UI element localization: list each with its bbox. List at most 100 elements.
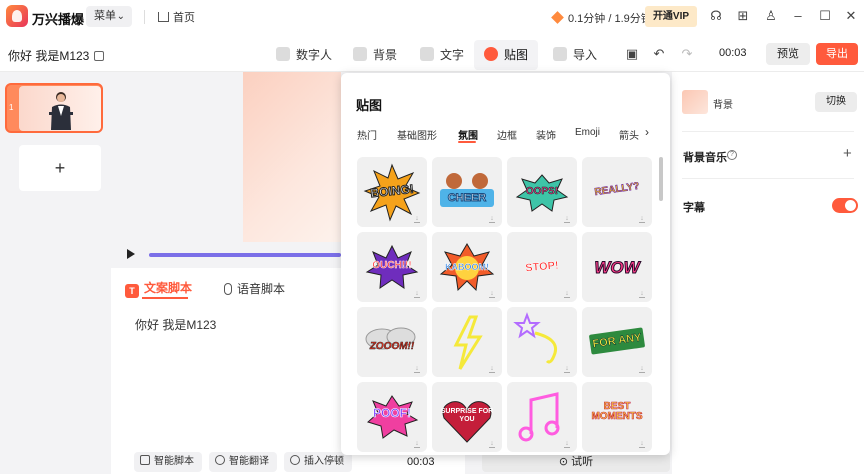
download-icon: ↓ [564,365,570,373]
video-canvas[interactable] [243,72,341,242]
download-icon: ↓ [639,440,645,448]
sticker-item[interactable]: ↓ [432,307,502,377]
download-icon: ↓ [639,365,645,373]
chevron-right-icon[interactable]: › [645,125,649,139]
bgm-label: 背景音乐 [683,152,727,164]
sticker-item[interactable]: FOR ANY ↓ [582,307,652,377]
category-basic-shapes[interactable]: 基础图形 [397,127,437,142]
tab-label: 背景 [373,48,398,62]
tab-label: 语音脚本 [237,282,286,296]
edit-icon[interactable] [94,51,105,61]
button-label: 试听 [571,456,594,468]
import-icon [553,47,567,61]
download-icon: ↓ [564,215,570,223]
sticker-item[interactable]: ZOOOM!! ↓ [357,307,427,377]
insert-pause-button[interactable]: 插入停顿 [284,452,352,472]
avatar [49,92,73,130]
sticker-icon [484,47,498,61]
scrollbar[interactable] [659,157,663,201]
total-time: 00:03 [719,47,747,59]
sticker-text: OUCH!!! [372,260,412,272]
smart-script-button[interactable]: 智能脚本 [134,452,202,472]
category-arrow[interactable]: 箭头 [619,127,641,142]
playback-progress[interactable] [149,253,341,257]
person-icon [276,47,290,61]
tab-label: 文案脚本 [144,281,193,295]
vip-time-text: 0.1分钟 / 1.9分钟 [568,13,652,25]
add-slide-button[interactable]: + [19,145,101,191]
category-emoji[interactable]: Emoji [575,127,600,138]
app-name: 万兴播爆 [32,12,85,27]
sticker-item[interactable]: REALLY? ↓ [582,157,652,227]
sticker-item[interactable]: CHEER ↓ [432,157,502,227]
home-link[interactable]: 首页 [158,9,195,25]
sticker-item[interactable]: ↓ [507,382,577,452]
active-tab-indicator [142,297,188,299]
subtitle-label: 字幕 [683,202,705,214]
category-atmosphere[interactable]: 氛围 [458,127,478,142]
tab-sticker[interactable]: 贴图 [474,40,539,70]
script-content[interactable]: 你好 我是M123 [135,316,216,333]
minimize-icon[interactable]: – [791,9,805,23]
sticker-item[interactable]: OOPS! ↓ [507,157,577,227]
tab-import[interactable]: 导入 [543,40,607,70]
text-script-icon: T [125,284,139,298]
preview-button[interactable]: 预览 [766,43,810,65]
menu-label: 菜单 [94,10,116,22]
text-icon [420,47,434,61]
save-icon[interactable]: ▣ [625,47,639,61]
app-logo [6,5,28,27]
sticker-item[interactable]: STOP! ↓ [507,232,577,302]
menu-button[interactable]: 菜单 ⌄ [86,6,132,27]
script-duration: 00:03 [407,456,435,468]
category-border[interactable]: 边框 [497,127,517,142]
tab-text[interactable]: 文字 [410,40,474,70]
tab-background[interactable]: 背景 [343,40,407,70]
divider [682,178,854,179]
button-label: 插入停顿 [304,456,344,467]
sticker-item[interactable]: WOW ↓ [582,232,652,302]
sticker-item[interactable]: BOING! ↓ [357,157,427,227]
play-icon[interactable] [127,249,135,259]
open-vip-button[interactable]: 开通VIP [645,6,697,27]
maximize-icon[interactable]: ☐ [818,9,832,23]
audition-button[interactable]: ⊙ 试听 [482,452,670,472]
sticker-item[interactable]: BEST MOMENTS ↓ [582,382,652,452]
close-icon[interactable]: ✕ [844,9,858,23]
category-decoration[interactable]: 装饰 [536,127,556,142]
vip-time-remaining: 0.1分钟 / 1.9分钟 [551,10,652,26]
diamond-icon [551,11,564,24]
category-hot[interactable]: 热门 [357,127,377,142]
grid-icon[interactable]: ⊞ [736,9,750,23]
sticker-item[interactable]: OUCH!!! ↓ [357,232,427,302]
sticker-item[interactable]: KABOOM! ↓ [432,232,502,302]
undo-icon[interactable]: ↶ [652,47,666,61]
sticker-item[interactable]: ↓ [507,307,577,377]
background-icon [353,47,367,61]
tab-voice-script[interactable]: 语音脚本 [224,280,285,297]
export-button[interactable]: 导出 [816,43,858,65]
sticker-item[interactable]: POOF! ↓ [357,382,427,452]
sticker-item[interactable]: SURPRISE FOR YOU ↓ [432,382,502,452]
download-icon: ↓ [564,440,570,448]
background-thumbnail [682,90,708,114]
subtitle-toggle[interactable] [832,198,858,213]
download-icon: ↓ [489,365,495,373]
sticker-text: OOPS! [525,186,559,198]
tab-text-script[interactable]: T 文案脚本 [125,279,192,298]
tab-label: 贴图 [504,48,529,62]
download-icon: ↓ [639,215,645,223]
add-music-button[interactable]: + [843,145,852,162]
smart-translate-button[interactable]: 智能翻译 [209,452,277,472]
microphone-icon [224,283,232,295]
headset-icon[interactable]: ☊ [709,9,723,23]
user-icon[interactable]: ♙ [764,9,778,23]
help-icon[interactable]: ? [727,150,737,160]
download-icon: ↓ [414,215,420,223]
redo-icon[interactable]: ↷ [680,47,694,61]
active-category-indicator [458,141,476,143]
switch-background-button[interactable]: 切换 [815,92,857,112]
download-icon: ↓ [414,290,420,298]
tab-digital-human[interactable]: 数字人 [266,40,342,70]
project-name[interactable]: 你好 我是M123 [8,47,105,64]
